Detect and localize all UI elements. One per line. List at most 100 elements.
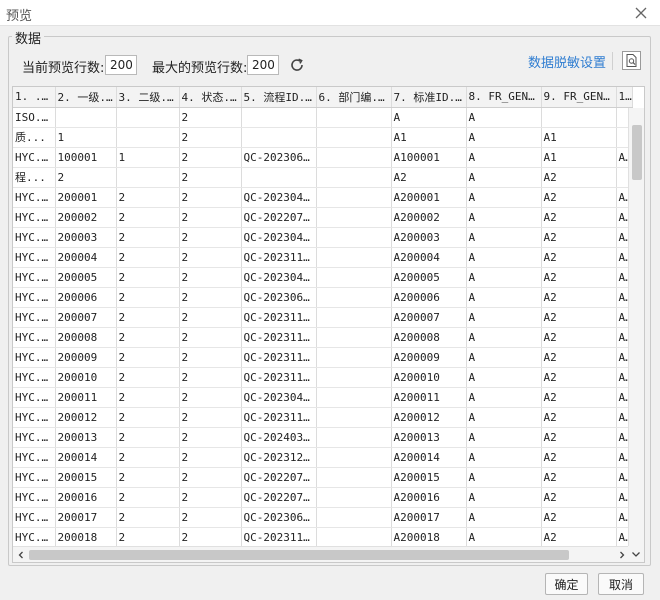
table-row[interactable]: HYC... 200002 2 2 QC-202207... A200002 A A2 A2	[13, 207, 633, 228]
table-cell	[541, 107, 617, 128]
table-row[interactable]: ISO... 2 A A	[13, 107, 633, 128]
scroll-left-arrow[interactable]	[13, 547, 29, 562]
table-cell: 200012	[55, 407, 117, 428]
table-row[interactable]: HYC... 200004 2 2 QC-202311... A200004 A A2 A2	[13, 247, 633, 268]
table-row[interactable]: HYC... 200003 2 2 QC-202304... A200003 A A2 A2	[13, 227, 633, 248]
table-row[interactable]: HYC... 200010 2 2 QC-202311... A200010 A A2 A2	[13, 367, 633, 388]
table-cell: A200016	[391, 487, 467, 508]
table-cell	[241, 107, 317, 128]
table-cell: 200009	[55, 347, 117, 368]
column-header[interactable]: 6. 部门编...	[316, 87, 392, 108]
table-cell: QC-202306...	[241, 147, 317, 168]
preview-doc-icon	[622, 51, 641, 70]
table-cell: 2	[116, 347, 180, 368]
preview-doc-button[interactable]	[622, 51, 641, 70]
table-cell: 200017	[55, 507, 117, 528]
table-row[interactable]: 程... 2 2 A2 A A2	[13, 167, 633, 188]
table-cell: 2	[116, 507, 180, 528]
table-row[interactable]: HYC... 200009 2 2 QC-202311... A200009 A A2 A2	[13, 347, 633, 368]
table-cell: A200018	[391, 527, 467, 548]
table-cell: A1	[391, 127, 467, 148]
refresh-button[interactable]	[288, 56, 306, 74]
table-cell: 200011	[55, 387, 117, 408]
table-row[interactable]: HYC... 200001 2 2 QC-202304... A200001 A A2 A2	[13, 187, 633, 208]
table-cell: A2	[541, 267, 617, 288]
table-cell: A1	[541, 127, 617, 148]
table-cell: 2	[179, 327, 242, 348]
table-cell: A200013	[391, 427, 467, 448]
column-header[interactable]: 2. 一级...	[55, 87, 117, 108]
table-row[interactable]: HYC... 100001 1 2 QC-202306... A100001 A A1 A1	[13, 147, 633, 168]
table-cell: 100001	[55, 147, 117, 168]
table-cell: A2	[541, 247, 617, 268]
column-header[interactable]: 1. ...	[13, 87, 56, 108]
column-header[interactable]: 9. FR_GEN...	[541, 87, 617, 108]
table-row[interactable]: HYC... 200008 2 2 QC-202311... A200008 A A2 A2	[13, 327, 633, 348]
table-row[interactable]: HYC... 200005 2 2 QC-202304... A200005 A A2 A2	[13, 267, 633, 288]
table-row[interactable]: HYC... 200018 2 2 QC-202311... A200018 A A2 A2	[13, 527, 633, 548]
column-header[interactable]: 7. 标准ID...	[391, 87, 467, 108]
table-cell	[316, 107, 392, 128]
vertical-scroll-thumb[interactable]	[632, 125, 642, 180]
table-cell	[241, 167, 317, 188]
data-preview-table: 1. ... 2. 一级... 3. 二级... 4. 状态... 5. 流程ID...…	[12, 86, 645, 563]
column-header[interactable]: 5. 流程ID...	[241, 87, 317, 108]
table-cell: 200004	[55, 247, 117, 268]
table-cell	[316, 487, 392, 508]
column-header[interactable]: 10	[616, 87, 633, 108]
cancel-button[interactable]: 取消	[598, 573, 644, 595]
column-header[interactable]: 8. FR_GEN...	[466, 87, 542, 108]
table-row[interactable]: HYC... 200017 2 2 QC-202306... A200017 A A2 A2	[13, 507, 633, 528]
table-cell	[316, 527, 392, 548]
table-row[interactable]: HYC... 200007 2 2 QC-202311... A200007 A A2 A2	[13, 307, 633, 328]
table-cell: A1	[541, 147, 617, 168]
table-cell: HYC...	[13, 447, 56, 468]
current-rows-label: 当前预览行数:	[22, 61, 105, 76]
table-row[interactable]: HYC... 200006 2 2 QC-202306... A200006 A A2 A2	[13, 287, 633, 308]
table-cell: A2	[541, 347, 617, 368]
table-row[interactable]: HYC... 200011 2 2 QC-202304... A200011 A A2 A2	[13, 387, 633, 408]
table-cell: A200006	[391, 287, 467, 308]
table-cell: 2	[116, 467, 180, 488]
table-cell: HYC...	[13, 487, 56, 508]
table-row[interactable]: HYC... 200013 2 2 QC-202403... A200013 A A2 A2	[13, 427, 633, 448]
table-cell: 1	[116, 147, 180, 168]
table-row[interactable]: 质... 1 2 A1 A A1	[13, 127, 633, 148]
table-cell: HYC...	[13, 427, 56, 448]
table-row[interactable]: HYC... 200014 2 2 QC-202312... A200014 A A2 A2	[13, 447, 633, 468]
table-cell: QC-202306...	[241, 507, 317, 528]
table-cell	[316, 447, 392, 468]
table-cell: QC-202311...	[241, 327, 317, 348]
table-cell	[55, 107, 117, 128]
table-row[interactable]: HYC... 200016 2 2 QC-202207... A200016 A A2 A2	[13, 487, 633, 508]
table-cell: 2	[116, 247, 180, 268]
table-cell: 2	[179, 127, 242, 148]
horizontal-scrollbar[interactable]	[13, 546, 630, 562]
table-row[interactable]: HYC... 200012 2 2 QC-202311... A200012 A A2 A2	[13, 407, 633, 428]
table-cell: QC-202311...	[241, 367, 317, 388]
horizontal-scroll-thumb[interactable]	[29, 550, 569, 560]
column-header[interactable]: 3. 二级...	[116, 87, 180, 108]
current-rows-input[interactable]	[105, 55, 137, 75]
table-cell: 2	[179, 107, 242, 128]
table-cell: 2	[179, 207, 242, 228]
close-button[interactable]	[632, 4, 650, 22]
table-row[interactable]: HYC... 200015 2 2 QC-202207... A200015 A A2 A2	[13, 467, 633, 488]
table-cell: HYC...	[13, 307, 56, 328]
table-cell: A2	[541, 207, 617, 228]
toolbar-divider	[612, 52, 613, 70]
ok-button[interactable]: 确定	[545, 573, 588, 595]
preview-dialog: 预览 数据 当前预览行数: 最大的预览行数: 数据脱敏设置 1. ...2. 一…	[0, 0, 660, 600]
table-cell: A200017	[391, 507, 467, 528]
column-header[interactable]: 4. 状态...	[179, 87, 242, 108]
table-cell: 2	[116, 527, 180, 548]
data-mask-settings-link[interactable]: 数据脱敏设置	[528, 52, 606, 71]
max-rows-input[interactable]	[247, 55, 279, 75]
table-cell: A200014	[391, 447, 467, 468]
table-cell: 2	[179, 467, 242, 488]
table-cell: QC-202311...	[241, 307, 317, 328]
table-cell: A2	[541, 507, 617, 528]
table-header-row: 1. ... 2. 一级... 3. 二级... 4. 状态... 5. 流程ID...…	[13, 87, 633, 108]
table-cell: A2	[541, 427, 617, 448]
vertical-scrollbar[interactable]	[628, 108, 644, 547]
